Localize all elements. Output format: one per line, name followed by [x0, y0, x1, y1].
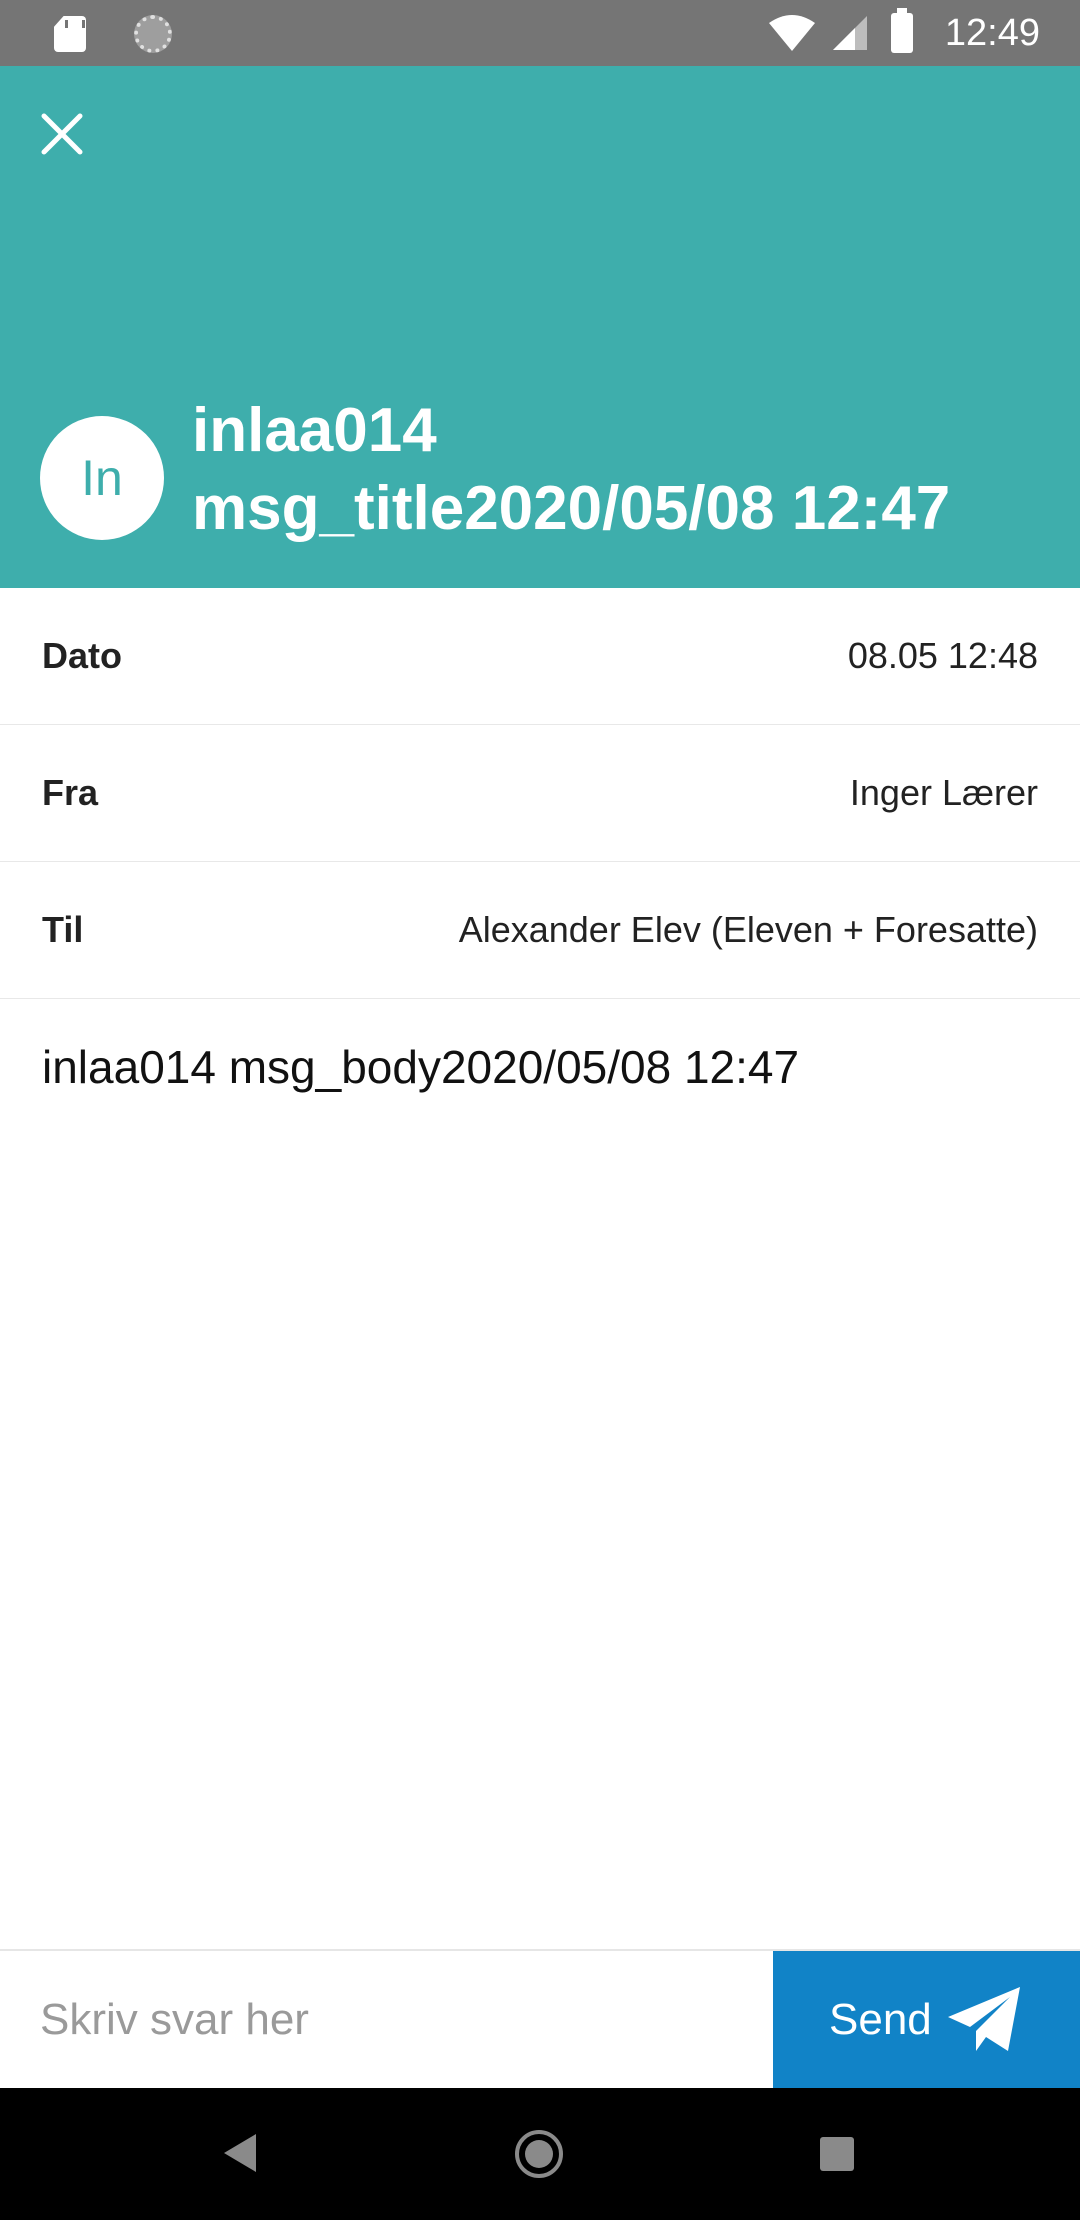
- status-clock: 12:49: [944, 11, 1040, 54]
- battery-icon: [890, 8, 913, 53]
- avatar: In: [40, 416, 164, 540]
- close-icon: [41, 113, 83, 155]
- home-icon[interactable]: [515, 2130, 563, 2178]
- message-body: inlaa014 msg_body2020/05/08 12:47: [42, 1041, 800, 1093]
- message-title: inlaa014 msg_title2020/05/08 12:47: [192, 392, 950, 548]
- navigation-bar: [0, 2088, 1080, 2220]
- status-right: 12:49: [767, 0, 1040, 66]
- reply-bar: Send: [0, 1949, 1080, 2088]
- recent-apps-icon[interactable]: [820, 2137, 854, 2171]
- from-value: Inger Lærer: [849, 772, 1038, 813]
- to-label: Til: [42, 909, 84, 950]
- status-bar: 12:49: [0, 0, 1080, 66]
- message-header: In inlaa014 msg_title2020/05/08 12:47: [0, 66, 1080, 588]
- title-line-2: msg_title2020/05/08 12:47: [192, 474, 951, 543]
- status-left: [54, 15, 172, 53]
- to-row: Til Alexander Elev (Eleven + Foresatte): [0, 862, 1080, 999]
- from-label: Fra: [42, 772, 99, 813]
- reply-input[interactable]: [0, 1951, 773, 2088]
- paper-plane-icon: [947, 1986, 1020, 2051]
- date-label: Dato: [42, 635, 122, 676]
- close-button[interactable]: [32, 104, 92, 164]
- back-icon[interactable]: [224, 2134, 256, 2172]
- send-button[interactable]: Send: [773, 1951, 1080, 2088]
- spinner-icon: [134, 15, 172, 53]
- signal-icon: [832, 16, 867, 50]
- title-line-1: inlaa014: [192, 396, 437, 465]
- from-row: Fra Inger Lærer: [0, 725, 1080, 862]
- date-row: Dato 08.05 12:48: [0, 588, 1080, 725]
- to-value: Alexander Elev (Eleven + Foresatte): [458, 909, 1038, 950]
- date-value: 08.05 12:48: [847, 635, 1038, 676]
- sd-card-icon: [54, 16, 86, 52]
- wifi-icon: [768, 15, 815, 51]
- send-label: Send: [829, 1994, 932, 2044]
